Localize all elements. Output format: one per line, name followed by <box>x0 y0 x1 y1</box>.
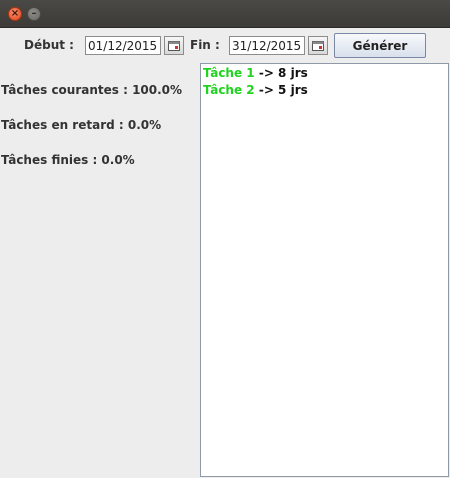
fin-calendar-button[interactable] <box>308 36 328 55</box>
close-icon[interactable]: × <box>8 7 22 21</box>
generate-button[interactable]: Générer <box>334 33 426 58</box>
task-item: Tâche 1 -> 8 jrs <box>203 66 308 80</box>
task-name: Tâche 2 <box>203 83 255 97</box>
minimize-icon[interactable]: – <box>27 7 41 21</box>
debut-label: Début : <box>24 38 74 52</box>
calendar-icon <box>168 40 180 51</box>
calendar-icon <box>312 40 324 51</box>
fin-label: Fin : <box>190 38 220 52</box>
task-duration: -> 8 jrs <box>258 66 308 80</box>
title-bar: × – <box>0 0 450 28</box>
stat-finished-tasks: Tâches finies : 0.0% <box>1 153 135 167</box>
debut-date-field[interactable] <box>85 36 161 55</box>
stat-late-tasks: Tâches en retard : 0.0% <box>1 118 162 132</box>
task-duration: -> 5 jrs <box>258 83 308 97</box>
debut-calendar-button[interactable] <box>164 36 184 55</box>
task-item: Tâche 2 -> 5 jrs <box>203 83 308 97</box>
fin-date-field[interactable] <box>229 36 305 55</box>
stat-current-tasks: Tâches courantes : 100.0% <box>1 83 183 97</box>
task-name: Tâche 1 <box>203 66 255 80</box>
task-list-panel[interactable]: Tâche 1 -> 8 jrs Tâche 2 -> 5 jrs <box>200 63 449 477</box>
